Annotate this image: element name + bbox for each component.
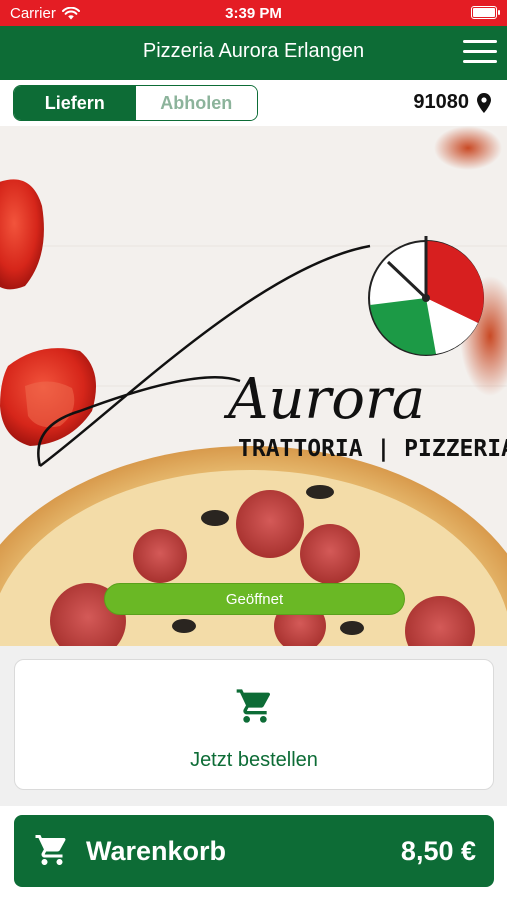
logo-script-text: Aurora — [223, 367, 425, 432]
location-selector[interactable]: 91080 — [413, 91, 491, 114]
hero-banner: Aurora TRATTORIA | PIZZERIA — [0, 126, 507, 646]
cart-button[interactable]: Warenkorb 8,50 € — [14, 815, 494, 887]
status-time: 3:39 PM — [225, 5, 282, 22]
cart-total: 8,50 € — [400, 836, 476, 866]
battery-icon — [471, 6, 500, 19]
logo-tagline: TRATTORIA | PIZZERIA — [238, 436, 507, 462]
open-status-badge: Geöffnet — [104, 583, 405, 615]
tab-liefern[interactable]: Liefern — [14, 86, 136, 120]
nav-bar: Pizzeria Aurora Erlangen — [0, 26, 507, 80]
order-now-card[interactable]: Jetzt bestellen — [14, 659, 494, 790]
location-pin-icon — [477, 92, 491, 113]
battery-level — [473, 8, 495, 17]
order-now-label: Jetzt bestellen — [190, 749, 318, 771]
hamburger-menu-icon[interactable] — [463, 38, 497, 66]
order-mode-toggle: Liefern Abholen — [13, 85, 258, 121]
status-bar: Carrier 3:39 PM — [0, 0, 507, 26]
tab-abholen[interactable]: Abholen — [135, 86, 257, 120]
cart-label: Warenkorb — [86, 836, 227, 866]
hero-image: Aurora TRATTORIA | PIZZERIA — [0, 126, 507, 646]
zip-code: 91080 — [413, 91, 469, 113]
cart-icon — [236, 689, 271, 723]
page-title: Pizzeria Aurora Erlangen — [142, 40, 365, 62]
cart-icon — [35, 835, 66, 865]
spice-pile — [434, 126, 502, 170]
order-mode-row: Liefern Abholen 91080 — [0, 80, 507, 126]
